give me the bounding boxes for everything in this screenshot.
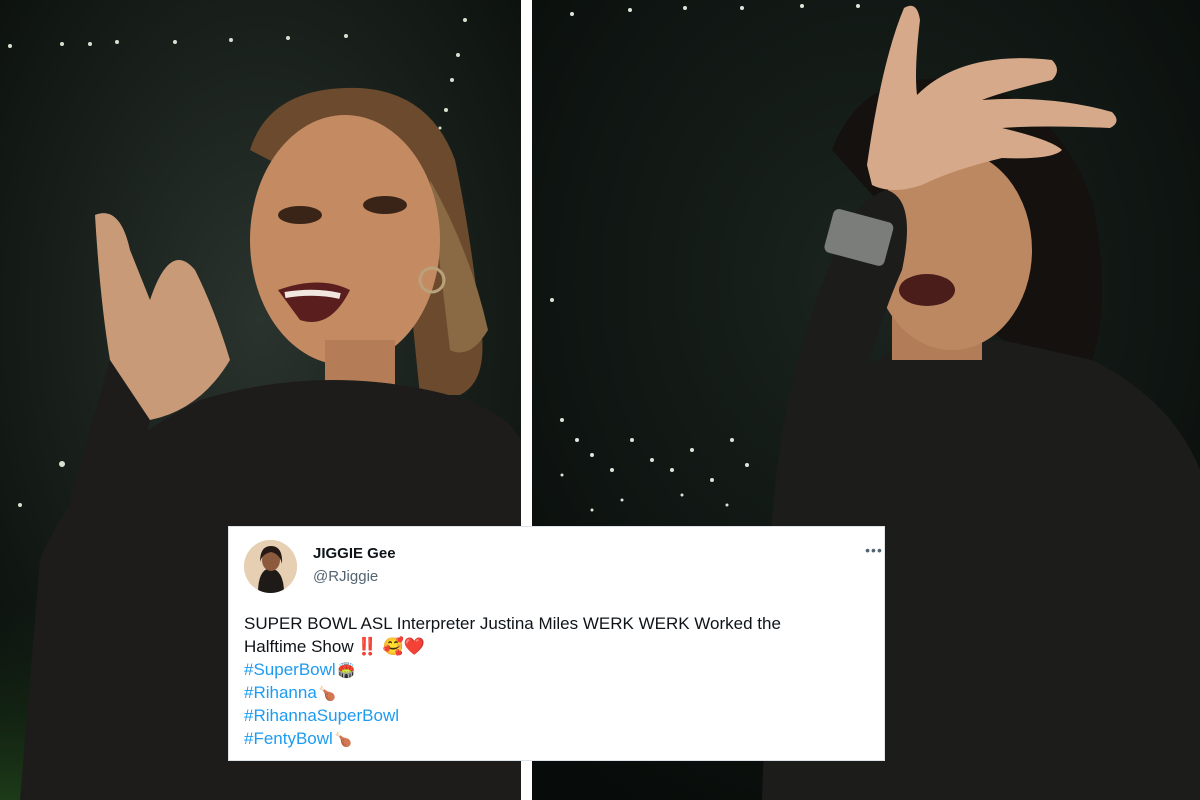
display-name[interactable]: JIGGIE Gee [313, 545, 396, 562]
hashtag-item[interactable]: #RihannaSuperBowl [244, 704, 401, 728]
tweet-text-line-2-words: Halftime Show [244, 637, 354, 656]
hashtag-link[interactable]: #SuperBowl [244, 660, 336, 679]
hashtag-link[interactable]: #FentyBowl [244, 729, 333, 748]
drumstick-emoji: 🍗 [318, 685, 337, 701]
hashtag-item[interactable]: #Rihanna 🍗 [244, 681, 336, 705]
hashtag-item[interactable]: #FentyBowl 🍗 [244, 727, 352, 751]
drumstick-emoji: 🍗 [334, 731, 353, 747]
tweet-line-2-emojis: ‼️ 🥰❤️ [356, 637, 425, 656]
tweet-text-line-2: Halftime Show ‼️ 🥰❤️ [244, 635, 874, 658]
tweet-text-line-1: SUPER BOWL ASL Interpreter Justina Miles… [244, 614, 781, 633]
avatar-image [244, 540, 297, 593]
hashtag-link[interactable]: #RihannaSuperBowl [244, 706, 399, 725]
hashtag-item[interactable]: #SuperBowl 🏟️ [244, 658, 355, 682]
stadium-emoji: 🏟️ [337, 662, 356, 678]
tweet-body: SUPER BOWL ASL Interpreter Justina Miles… [244, 612, 874, 658]
avatar[interactable] [244, 540, 297, 593]
more-horizontal-icon[interactable]: ••• [864, 543, 884, 557]
hashtag-link[interactable]: #Rihanna [244, 683, 317, 702]
user-handle[interactable]: @RJiggie [313, 568, 378, 585]
